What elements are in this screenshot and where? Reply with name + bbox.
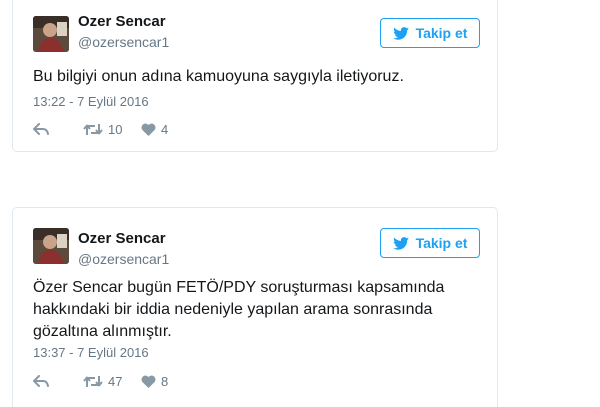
- follow-label: Takip et: [415, 25, 468, 41]
- retweet-icon: [83, 123, 103, 135]
- user-name[interactable]: Ozer Sencar: [78, 230, 166, 247]
- reply-button[interactable]: [33, 123, 83, 135]
- avatar[interactable]: [33, 228, 69, 264]
- twitter-bird-icon: [392, 236, 409, 250]
- retweet-icon: [83, 375, 103, 387]
- follow-button[interactable]: Takip et: [380, 18, 480, 48]
- heart-icon: [141, 375, 156, 388]
- user-handle[interactable]: @ozersencar1: [78, 251, 169, 267]
- user-name[interactable]: Ozer Sencar: [78, 13, 166, 30]
- tweet-actions: 47 8: [33, 371, 181, 391]
- tweet-timestamp[interactable]: 13:37 - 7 Eylül 2016: [33, 345, 149, 360]
- like-button[interactable]: 4: [141, 122, 181, 137]
- tweet-card: Ozer Sencar @ozersencar1 Takip et Bu bil…: [12, 0, 498, 152]
- follow-label: Takip et: [415, 235, 468, 251]
- heart-icon: [141, 123, 156, 136]
- like-count: 8: [161, 373, 169, 389]
- like-button[interactable]: 8: [141, 374, 181, 389]
- tweet-text: Özer Sencar bugün FETÖ/PDY soruşturması …: [33, 279, 445, 340]
- like-count: 4: [161, 121, 169, 137]
- twitter-bird-icon: [392, 26, 409, 40]
- reply-button[interactable]: [33, 375, 83, 387]
- tweet-text: Bu bilgiyi onun adına kamuoyuna saygıyla…: [33, 68, 404, 85]
- user-handle[interactable]: @ozersencar1: [78, 34, 169, 50]
- avatar[interactable]: [33, 16, 69, 52]
- tweet-actions: 10 4: [33, 119, 181, 139]
- follow-button[interactable]: Takip et: [380, 228, 480, 258]
- retweet-button[interactable]: 10: [83, 122, 141, 137]
- retweet-count: 10: [108, 121, 123, 137]
- retweet-count: 47: [108, 373, 123, 389]
- reply-icon: [33, 123, 49, 135]
- tweet-timestamp[interactable]: 13:22 - 7 Eylül 2016: [33, 94, 149, 109]
- tweet-card: Ozer Sencar @ozersencar1 Takip et Özer S…: [12, 207, 498, 407]
- retweet-button[interactable]: 47: [83, 374, 141, 389]
- reply-icon: [33, 375, 49, 387]
